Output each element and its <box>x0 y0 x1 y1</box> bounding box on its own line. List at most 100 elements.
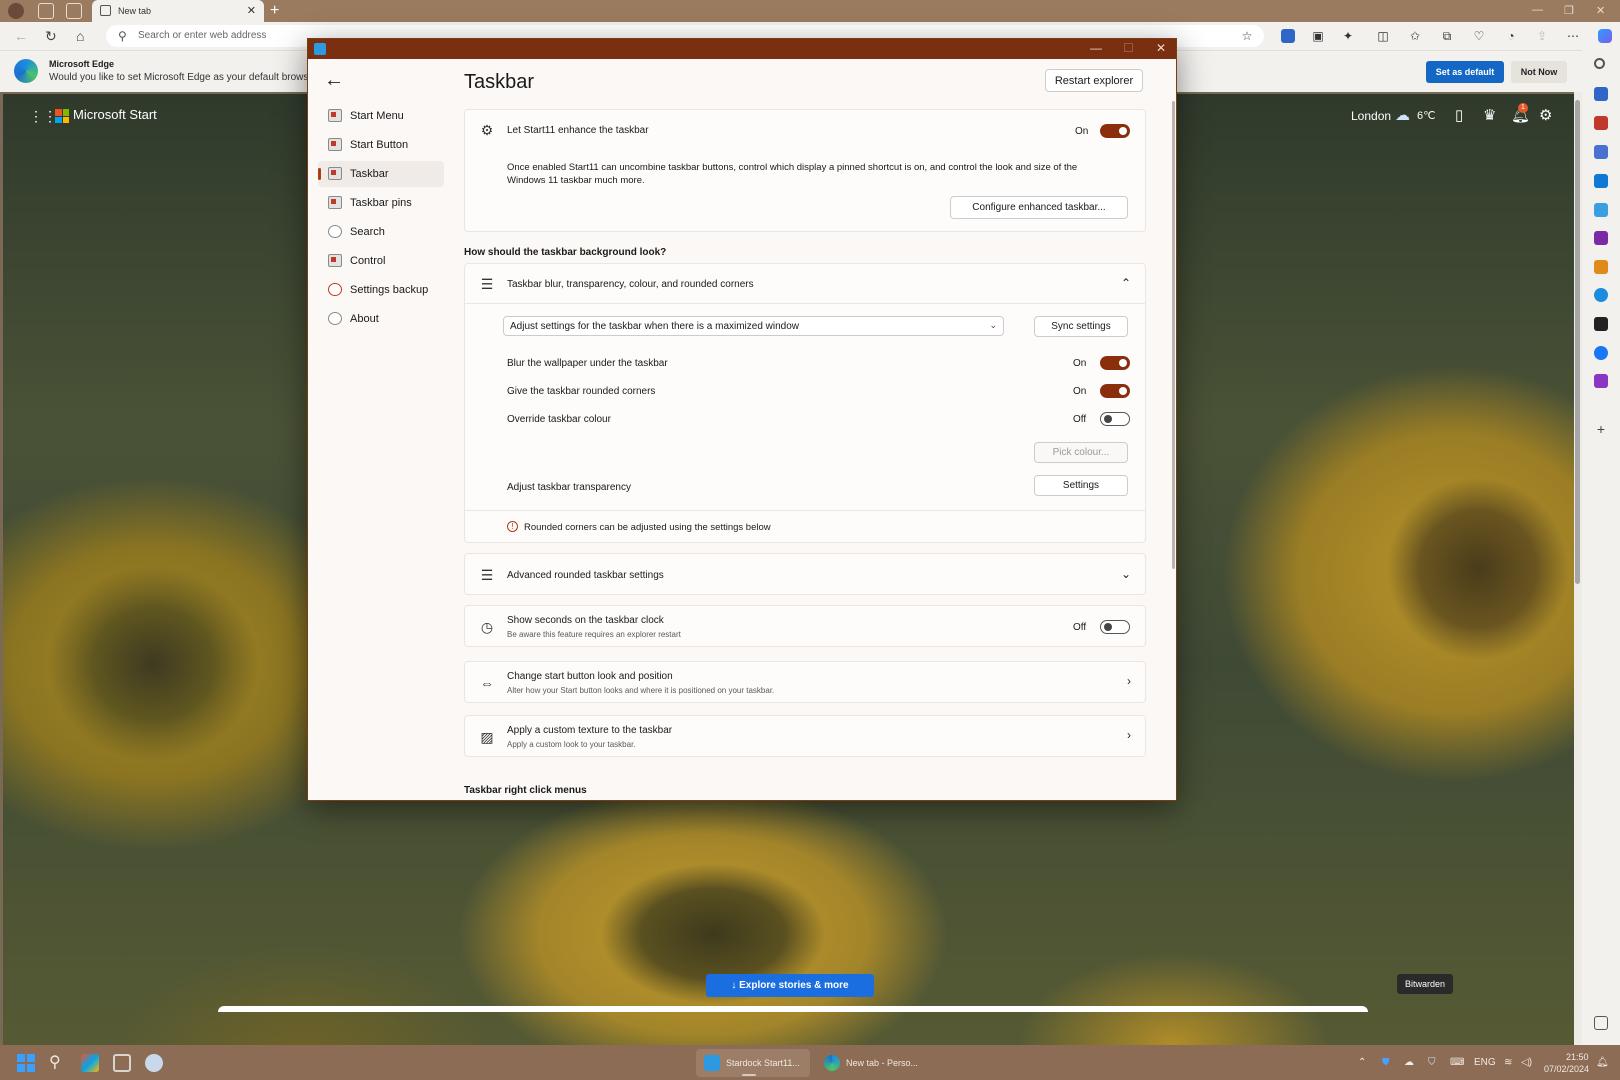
app-minimize-icon[interactable]: — <box>1090 41 1102 55</box>
reader-icon[interactable]: ▣ <box>1311 29 1325 43</box>
tab-new-tab[interactable]: New tab ✕ <box>92 0 264 22</box>
gear-icon[interactable]: ⚙ <box>1539 106 1552 124</box>
language-indicator[interactable]: ENG <box>1474 1057 1496 1068</box>
advanced-rounded-card[interactable]: ☰ Advanced rounded taskbar settings ⌄ <box>464 553 1146 595</box>
nav-item-about[interactable]: About <box>318 306 444 332</box>
profile-avatar[interactable] <box>8 3 24 19</box>
favorite-star-icon[interactable]: ☆ <box>1240 29 1254 43</box>
set-as-default-button[interactable]: Set as default <box>1426 61 1504 83</box>
not-now-button[interactable]: Not Now <box>1511 61 1567 83</box>
sidebar-amazon-icon[interactable] <box>1594 317 1608 331</box>
notifications-icon[interactable]: ◔ <box>1504 29 1518 43</box>
app-launcher-icon[interactable]: ⋮⋮ <box>29 109 57 123</box>
sidebar-collapse-icon[interactable] <box>1594 1016 1608 1030</box>
rounded-corners-toggle[interactable] <box>1100 384 1130 398</box>
sidebar-shopping-icon[interactable] <box>1594 87 1608 101</box>
wifi-icon[interactable]: ≋ <box>1504 1057 1512 1068</box>
sidebar-onenote-icon[interactable] <box>1594 231 1608 245</box>
performance-icon[interactable]: ♡ <box>1472 29 1486 43</box>
extension-badge-icon[interactable] <box>1281 29 1295 43</box>
chevron-up-icon[interactable]: ⌃ <box>1358 1057 1366 1068</box>
content-scrollbar[interactable] <box>1172 101 1175 569</box>
collections-icon[interactable]: ⧉ <box>1440 29 1454 43</box>
weather-temperature[interactable]: 6℃ <box>1417 109 1435 122</box>
sidebar-office-apps-icon[interactable] <box>1594 374 1608 388</box>
scrollbar-thumb[interactable] <box>1575 100 1580 584</box>
start-button-look-card[interactable]: ⇔ Change start button look and position … <box>464 661 1146 703</box>
transparency-settings-button[interactable]: Settings <box>1034 475 1128 496</box>
explore-stories-button[interactable]: ↓ Explore stories & more <box>706 974 874 997</box>
nav-item-taskbar-pins[interactable]: Taskbar pins <box>318 190 444 216</box>
weather-city[interactable]: London <box>1351 109 1391 123</box>
minimize-icon[interactable]: — <box>1532 4 1543 16</box>
widgets-icon[interactable] <box>81 1054 99 1072</box>
blur-card-header[interactable]: ☰ Taskbar blur, transparency, colour, an… <box>465 264 1145 304</box>
taskbar-app-edge[interactable]: New tab - Perso... <box>816 1049 926 1077</box>
onedrive-icon[interactable]: ☁ <box>1404 1057 1414 1068</box>
sidebar-add-icon[interactable]: + <box>1594 422 1608 436</box>
keyboard-icon[interactable]: ⌨ <box>1450 1057 1464 1068</box>
back-icon[interactable]: ← <box>14 28 28 44</box>
nav-item-control[interactable]: Control <box>318 248 444 274</box>
close-tab-icon[interactable]: ✕ <box>247 4 256 17</box>
seconds-toggle[interactable] <box>1100 620 1130 634</box>
app-maximize-icon[interactable]: ☐ <box>1123 41 1134 55</box>
pick-colour-button[interactable]: Pick colour... <box>1034 442 1128 463</box>
maximized-window-select[interactable]: Adjust settings for the taskbar when the… <box>503 316 1004 336</box>
sidebar-facebook-icon[interactable] <box>1594 346 1608 360</box>
nav-item-start-button[interactable]: Start Button <box>318 132 444 158</box>
weather-app-icon[interactable] <box>145 1054 163 1072</box>
ms-start-brand[interactable]: Microsoft Start <box>73 107 157 122</box>
workspaces-icon[interactable] <box>38 3 54 19</box>
nav-item-taskbar[interactable]: Taskbar <box>318 161 444 187</box>
volume-icon[interactable]: ◁) <box>1521 1057 1532 1068</box>
back-arrow-icon[interactable]: ← <box>324 69 344 92</box>
nav-item-settings-backup[interactable]: Settings backup <box>318 277 444 303</box>
enhance-toggle[interactable] <box>1100 124 1130 138</box>
maximize-icon[interactable]: ❐ <box>1564 4 1574 17</box>
new-tab-button[interactable]: + <box>270 2 279 20</box>
chevron-up-icon[interactable]: ⌃ <box>1121 276 1131 290</box>
configure-enhanced-taskbar-button[interactable]: Configure enhanced taskbar... <box>950 196 1128 219</box>
custom-texture-card[interactable]: ▨ Apply a custom texture to the taskbar … <box>464 715 1146 757</box>
share-icon[interactable]: ⇪ <box>1535 29 1549 43</box>
chevron-down-icon[interactable]: ⌄ <box>1121 567 1131 581</box>
refresh-icon[interactable]: ↻ <box>45 28 57 45</box>
nav-item-search[interactable]: Search <box>318 219 444 245</box>
taskbar-app-start11[interactable]: Stardock Start11... <box>696 1049 810 1077</box>
favorites-icon[interactable]: ✩ <box>1408 29 1422 43</box>
sidebar-outlook-icon[interactable] <box>1594 174 1608 188</box>
sidebar-tools-icon[interactable] <box>1594 116 1608 130</box>
defender-icon[interactable]: ⛊ <box>1382 1057 1390 1068</box>
rewards-icon[interactable]: ♛ <box>1483 106 1496 124</box>
chevron-right-icon[interactable]: › <box>1127 674 1131 688</box>
home-icon[interactable]: ⌂ <box>76 28 84 44</box>
clock-date[interactable]: 07/02/2024 <box>1544 1064 1589 1074</box>
override-colour-toggle[interactable] <box>1100 412 1130 426</box>
close-icon[interactable]: ✕ <box>1596 4 1605 17</box>
bitwarden-icon[interactable]: ⛉ <box>1428 1057 1436 1068</box>
sidebar-games-icon[interactable] <box>1594 145 1608 159</box>
app-close-icon[interactable]: ✕ <box>1156 41 1166 55</box>
restart-explorer-button[interactable]: Restart explorer <box>1045 69 1143 92</box>
notifications-bell-icon[interactable]: 🔔︎ <box>1596 1057 1609 1068</box>
phone-icon[interactable]: ▯ <box>1455 106 1463 124</box>
clock-time[interactable]: 21:50 <box>1566 1052 1589 1062</box>
windows-start-icon[interactable] <box>17 1054 35 1072</box>
sidebar-search-icon[interactable] <box>1594 58 1605 69</box>
sidebar-send-icon[interactable] <box>1594 203 1608 217</box>
split-screen-icon[interactable]: ◫ <box>1376 29 1390 43</box>
tab-actions-icon[interactable] <box>66 3 82 19</box>
blur-wallpaper-toggle[interactable] <box>1100 356 1130 370</box>
sidebar-onedrive-icon[interactable] <box>1594 288 1608 302</box>
chevron-right-icon[interactable]: › <box>1127 728 1131 742</box>
page-scrollbar[interactable] <box>1574 92 1582 1045</box>
sidebar-office-icon[interactable] <box>1594 260 1608 274</box>
more-options-icon[interactable]: ⋯ <box>1566 29 1580 43</box>
nav-item-start-menu[interactable]: Start Menu <box>318 103 444 129</box>
sync-settings-button[interactable]: Sync settings <box>1034 316 1128 337</box>
extensions-icon[interactable]: ✦ <box>1341 29 1355 43</box>
search-icon[interactable]: ⚲ <box>49 1054 67 1072</box>
copilot-icon[interactable] <box>1598 29 1612 43</box>
task-view-icon[interactable] <box>113 1054 131 1072</box>
